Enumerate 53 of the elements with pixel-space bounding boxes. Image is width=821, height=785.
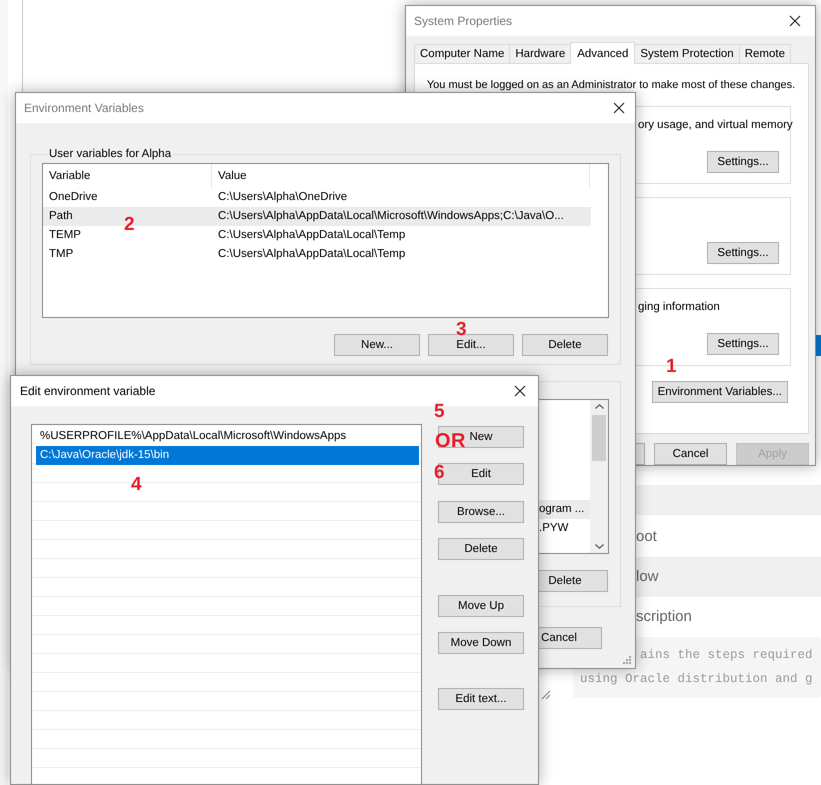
scroll-up-icon[interactable]	[594, 404, 604, 409]
group-description: ging information	[638, 300, 720, 315]
step-number: 2	[124, 215, 135, 235]
table-cell[interactable]: C:\Users\Alpha\AppData\Local\Temp	[212, 226, 406, 245]
action-button[interactable]: New...	[334, 334, 420, 356]
table-cell[interactable]: TEMP	[43, 226, 83, 245]
window-title: System Properties	[414, 14, 512, 28]
group-title: User variables for Alpha	[48, 148, 172, 160]
notice-text: You must be logged on as an Administrator to make most of these changes.	[426, 78, 796, 93]
table-cell[interactable]: C:\Users\Alpha\AppData\Local\Temp	[212, 245, 406, 264]
tab[interactable]: Advanced	[570, 42, 636, 64]
code-line: using Oracle distribution and g	[580, 671, 813, 688]
section-heading: low	[636, 567, 659, 587]
table-cell[interactable]: OneDrive	[43, 188, 100, 207]
step-number: 5	[434, 402, 445, 422]
settings-button[interactable]: Settings...	[707, 333, 779, 355]
action-button[interactable]: Edit...	[428, 334, 514, 356]
settings-button[interactable]: Settings...	[707, 242, 779, 264]
resize-grip-icon[interactable]	[541, 690, 551, 700]
tab[interactable]: Computer Name	[414, 44, 510, 63]
table-cell[interactable]: C:\Users\Alpha\AppData\Local\Microsoft\WindowsApps;C:\Java\O...	[212, 207, 564, 226]
table-cell[interactable]: C:\Users\Alpha\OneDrive	[212, 188, 348, 207]
scroll-down-icon[interactable]	[594, 544, 604, 549]
annotation-label: OR	[435, 431, 466, 451]
code-line: ains the steps required	[640, 647, 813, 664]
section-heading: scription	[636, 607, 692, 627]
window-title: Edit environment variable	[20, 384, 156, 398]
environment-variables-button[interactable]: Environment Variables...	[652, 381, 788, 403]
close-icon[interactable]	[514, 385, 526, 397]
action-button[interactable]: Browse...	[438, 501, 524, 523]
action-button[interactable]: Move Up	[438, 595, 524, 617]
window-title: Environment Variables	[24, 101, 144, 115]
resize-grip-icon[interactable]	[622, 655, 631, 664]
list-item[interactable]: C:\Java\Oracle\jdk-15\bin	[36, 446, 419, 465]
scrollbar[interactable]	[590, 400, 608, 553]
column-header[interactable]: Value	[212, 164, 590, 188]
action-button[interactable]: Edit text...	[438, 688, 524, 710]
step-number: 4	[131, 475, 142, 495]
table-cell[interactable]: TMP	[43, 245, 76, 264]
action-button[interactable]: Delete	[522, 334, 608, 356]
action-button[interactable]: Delete	[438, 538, 524, 560]
section-heading: oot	[636, 527, 657, 547]
column-header[interactable]: Variable	[43, 164, 212, 188]
table-cell[interactable]: Path	[43, 207, 75, 226]
tab[interactable]: Remote	[738, 44, 791, 63]
step-number: 1	[666, 357, 677, 377]
close-icon[interactable]	[613, 102, 625, 114]
group-description: ory usage, and virtual memory	[638, 118, 793, 133]
scrollbar-thumb[interactable]	[592, 415, 606, 461]
action-button[interactable]: Move Down	[438, 632, 524, 654]
dialog-button[interactable]: Cancel	[654, 443, 727, 465]
settings-button[interactable]: Settings...	[707, 151, 779, 173]
close-icon[interactable]	[789, 15, 801, 27]
